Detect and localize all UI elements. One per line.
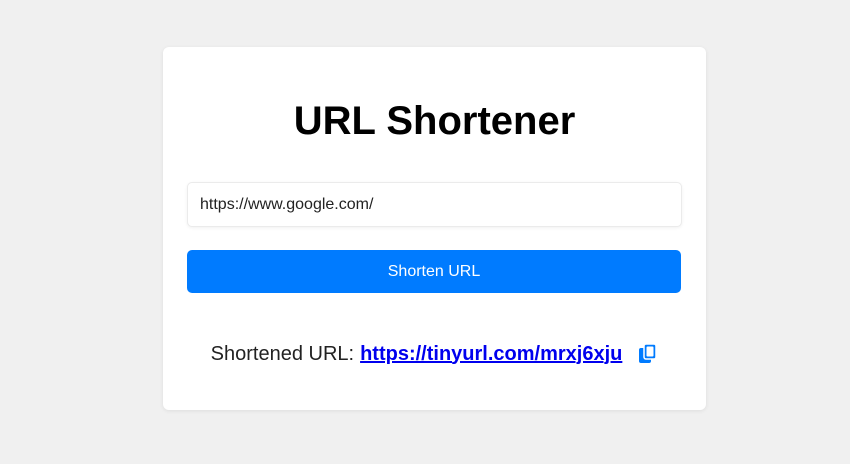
copy-icon[interactable] bbox=[638, 343, 658, 365]
url-input[interactable] bbox=[187, 182, 682, 227]
shortener-card: URL Shortener Shorten URL Shortened URL:… bbox=[163, 47, 706, 410]
shortened-url-link[interactable]: https://tinyurl.com/mrxj6xju bbox=[360, 343, 622, 366]
page-title: URL Shortener bbox=[293, 99, 576, 143]
result-row: Shortened URL: https://tinyurl.com/mrxj6… bbox=[163, 340, 706, 368]
shortened-url-label: Shortened URL: bbox=[210, 342, 355, 365]
shorten-url-button[interactable]: Shorten URL bbox=[187, 250, 681, 293]
